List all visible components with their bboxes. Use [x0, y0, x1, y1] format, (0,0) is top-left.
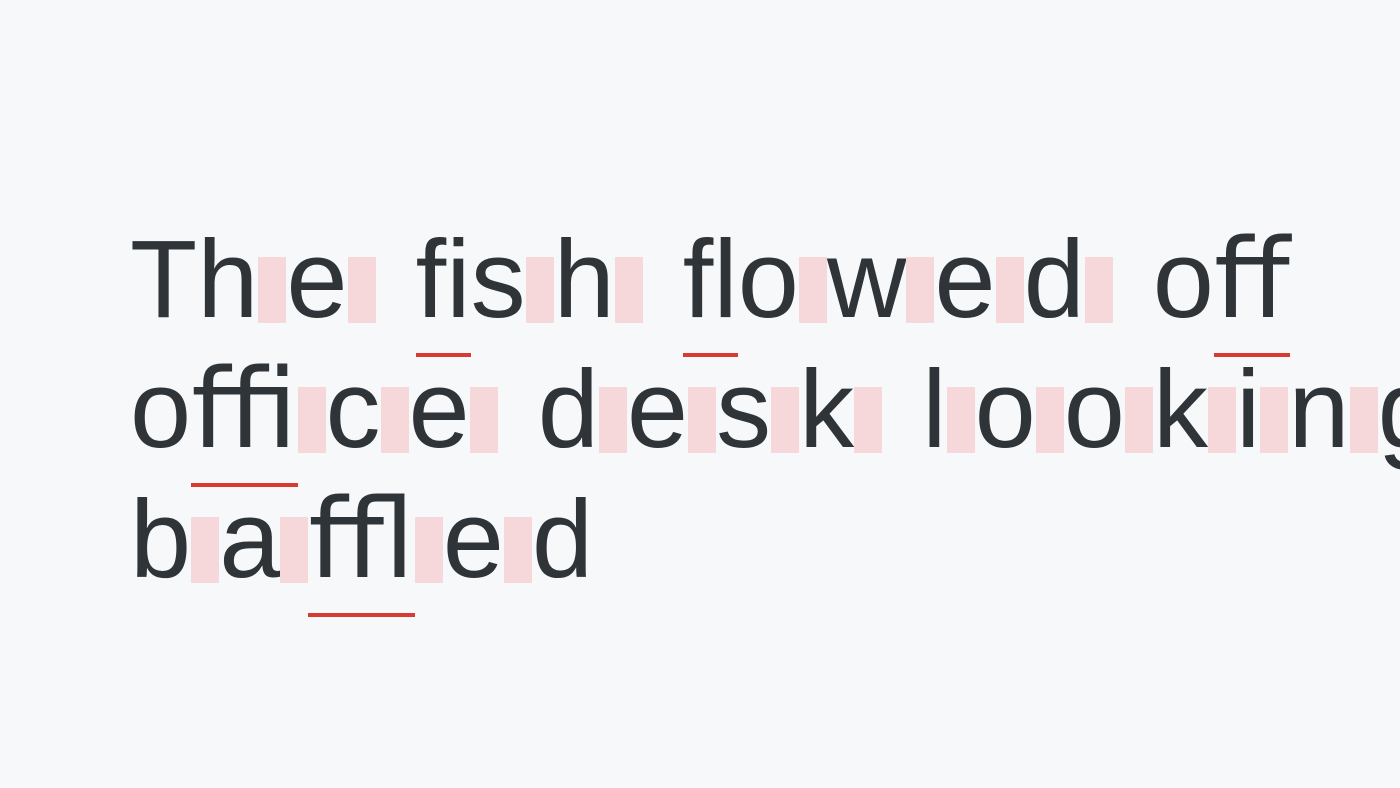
- spacing-highlight: [688, 387, 716, 453]
- char-o: o: [130, 348, 191, 471]
- glyph: e: [443, 475, 532, 605]
- char-s: s: [716, 348, 771, 471]
- spacing-highlight: [381, 387, 409, 453]
- spacing-highlight: [348, 257, 376, 323]
- spacing-highlight: [280, 517, 308, 583]
- glyph: k: [1153, 345, 1236, 475]
- spacing-highlight: [470, 387, 498, 453]
- spacing-highlight: [1085, 257, 1113, 323]
- ligature-ffi: ﬃ: [191, 345, 297, 475]
- char-e: e: [409, 348, 470, 471]
- spacing-highlight: [191, 517, 219, 583]
- spacing-highlight: [599, 387, 627, 453]
- char-a: a: [219, 478, 280, 601]
- char-b: b: [130, 478, 191, 601]
- glyph: n: [1288, 345, 1377, 475]
- spacing-highlight: [947, 387, 975, 453]
- glyph: e: [409, 345, 498, 475]
- char-h: h: [197, 218, 258, 341]
- ligature-fi: ﬁ: [416, 215, 471, 345]
- char-d: d: [538, 348, 599, 471]
- glyph: e: [286, 215, 375, 345]
- spacing-highlight: [1036, 387, 1064, 453]
- ligature-ff: ﬀ: [1214, 215, 1290, 345]
- ligature-glyph: ﬁ: [416, 215, 471, 345]
- glyph: o: [738, 215, 827, 345]
- text-line-1: Theﬁshﬂowedoﬀ: [130, 215, 1270, 345]
- char-e: e: [627, 348, 688, 471]
- char-w: w: [827, 218, 906, 341]
- char-o: o: [1153, 218, 1214, 341]
- char-d: d: [1024, 218, 1085, 341]
- char-l: l: [922, 348, 946, 471]
- glyph: e: [627, 345, 716, 475]
- glyph: d: [1024, 215, 1113, 345]
- spacing-highlight: [615, 257, 643, 323]
- ligature-glyph: ﬂ: [683, 215, 738, 345]
- spacing-highlight: [1260, 387, 1288, 453]
- char-d: d: [532, 478, 593, 601]
- ligature-fl: ﬂ: [683, 215, 738, 345]
- glyph: h: [197, 215, 286, 345]
- spacing-highlight: [771, 387, 799, 453]
- spacing-highlight: [504, 517, 532, 583]
- glyph: e: [934, 215, 1023, 345]
- char-o: o: [975, 348, 1036, 471]
- spacing-highlight: [906, 257, 934, 323]
- char-o: o: [738, 218, 799, 341]
- glyph: a: [219, 475, 308, 605]
- ligature-glyph: ﬄ: [308, 475, 442, 605]
- glyph: l: [922, 345, 974, 475]
- typography-sample: Theﬁshﬂowedoﬀ oﬃcedesklooking baﬄed: [130, 215, 1270, 605]
- spacing-highlight: [298, 387, 326, 453]
- glyph: b: [130, 475, 219, 605]
- glyph: o: [130, 345, 191, 475]
- ligature-ffl: ﬄ: [308, 475, 414, 605]
- spacing-highlight: [1208, 387, 1236, 453]
- glyph: o: [975, 345, 1064, 475]
- char-k: k: [1153, 348, 1208, 471]
- glyph: s: [471, 215, 554, 345]
- spacing-highlight: [1125, 387, 1153, 453]
- char-g: g: [1378, 348, 1400, 471]
- char-e: e: [443, 478, 504, 601]
- glyph: o: [1153, 215, 1214, 345]
- glyph: d: [532, 475, 593, 605]
- char-T: T: [130, 218, 197, 341]
- ligature-glyph: ﬀ: [1214, 215, 1290, 345]
- ligature-glyph: ﬃ: [191, 345, 325, 475]
- glyph: h: [554, 215, 643, 345]
- text-line-3: baﬄed: [130, 475, 1270, 605]
- glyph: s: [716, 345, 799, 475]
- spacing-highlight: [854, 387, 882, 453]
- char-e: e: [934, 218, 995, 341]
- glyph: k: [799, 345, 882, 475]
- char-e: e: [286, 218, 347, 341]
- text-line-2: oﬃcedesklooking: [130, 345, 1270, 475]
- glyph: w: [827, 215, 934, 345]
- glyph: c: [326, 345, 409, 475]
- spacing-highlight: [415, 517, 443, 583]
- char-i: i: [1236, 348, 1260, 471]
- char-n: n: [1288, 348, 1349, 471]
- spacing-highlight: [526, 257, 554, 323]
- glyph: d: [538, 345, 627, 475]
- spacing-highlight: [799, 257, 827, 323]
- char-k: k: [799, 348, 854, 471]
- spacing-highlight: [996, 257, 1024, 323]
- spacing-highlight: [258, 257, 286, 323]
- char-o: o: [1064, 348, 1125, 471]
- char-h: h: [554, 218, 615, 341]
- char-c: c: [326, 348, 381, 471]
- glyph: i: [1236, 345, 1288, 475]
- glyph: g: [1378, 345, 1400, 475]
- spacing-highlight: [1350, 387, 1378, 453]
- char-s: s: [471, 218, 526, 341]
- glyph: T: [130, 215, 197, 345]
- glyph: o: [1064, 345, 1153, 475]
